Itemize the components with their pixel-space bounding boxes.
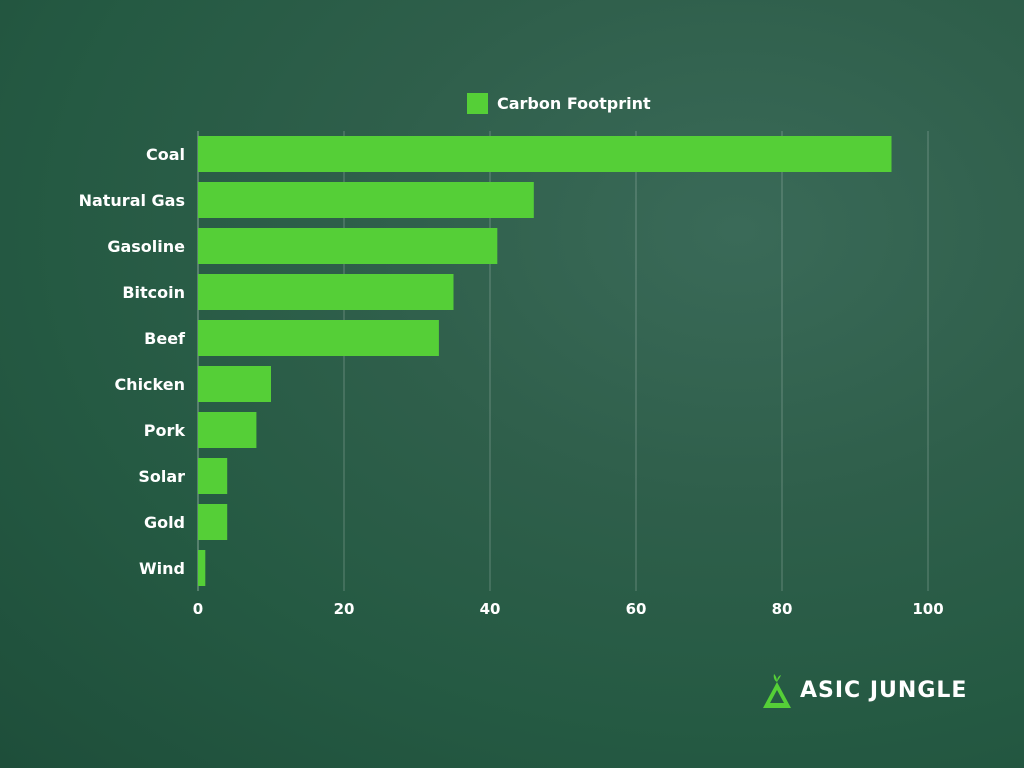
bar-pork (198, 412, 257, 448)
category-label: Chicken (114, 375, 185, 394)
asic-jungle-logo: ASIC JUNGLE (760, 670, 967, 710)
category-label: Coal (146, 145, 185, 164)
x-tick-label: 20 (334, 600, 355, 618)
jungle-leaf-icon (763, 674, 791, 708)
category-label: Gasoline (107, 237, 185, 256)
bars (198, 136, 892, 586)
category-label: Wind (139, 559, 185, 578)
bar-solar (198, 458, 228, 494)
category-labels: Coal Natural Gas Gasoline Bitcoin Beef Chicke… (79, 145, 186, 578)
bar-gasoline (198, 228, 498, 264)
bar-gold (198, 504, 228, 540)
bar-bitcoin (198, 274, 454, 310)
category-label: Gold (144, 513, 185, 532)
bar-coal (198, 136, 892, 172)
bar-wind (198, 550, 206, 586)
bar-natural-gas (198, 182, 534, 218)
category-label: Pork (144, 421, 186, 440)
x-tick-label: 0 (193, 600, 203, 618)
category-label: Beef (144, 329, 186, 348)
legend: Carbon Footprint (467, 93, 651, 114)
x-tick-label: 80 (772, 600, 793, 618)
bar-beef (198, 320, 439, 356)
category-label: Bitcoin (122, 283, 185, 302)
logo-text: ASIC JUNGLE (800, 677, 968, 703)
category-label: Natural Gas (79, 191, 185, 210)
legend-swatch (467, 93, 488, 114)
x-tick-label: 60 (626, 600, 647, 618)
category-label: Solar (138, 467, 185, 486)
bar-chicken (198, 366, 271, 402)
legend-label: Carbon Footprint (497, 94, 651, 113)
x-tick-label: 100 (912, 600, 943, 618)
x-tick-labels: 0 20 40 60 80 100 (193, 600, 944, 618)
bar-chart: Coal Natural Gas Gasoline Bitcoin Beef Chicke… (79, 93, 944, 618)
x-tick-label: 40 (480, 600, 501, 618)
